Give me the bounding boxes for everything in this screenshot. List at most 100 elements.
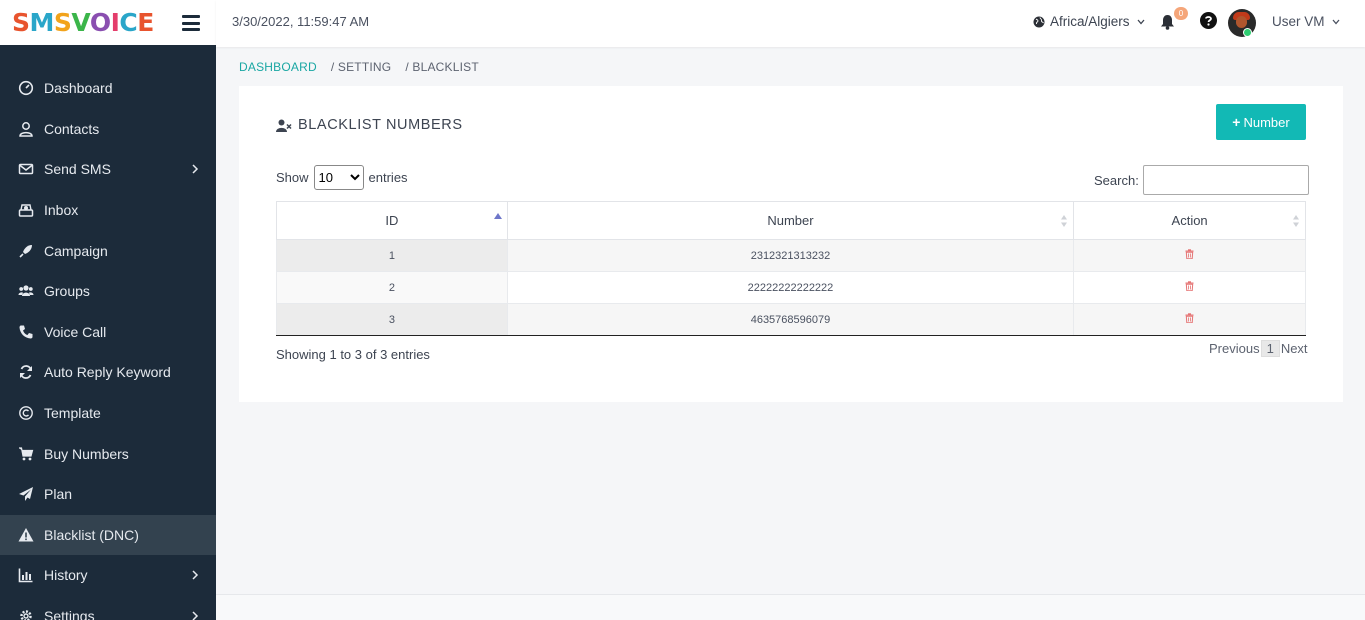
notification-badge: 0 xyxy=(1174,7,1188,20)
sidebar-item-plan[interactable]: Plan xyxy=(0,474,216,515)
sync-icon xyxy=(17,363,35,381)
sidebar-item-label: History xyxy=(44,567,88,584)
chevron-right-icon xyxy=(192,164,199,175)
user-times-icon xyxy=(276,119,292,132)
chevron-right-icon xyxy=(192,611,199,620)
gear-icon xyxy=(17,607,35,620)
column-header-action-label: Action xyxy=(1171,213,1208,228)
trash-icon[interactable] xyxy=(1185,249,1194,259)
sidebar-item-groups[interactable]: Groups xyxy=(0,271,216,312)
page-title-text: BLACKLIST NUMBERS xyxy=(298,117,463,133)
blacklist-table: ID Number Action 1 2312321313232 2 22222… xyxy=(276,201,1306,336)
topbar: 3/30/2022, 11:59:47 AM Africa/Algiers 0 … xyxy=(216,0,1365,47)
paper-plane-icon xyxy=(17,485,35,503)
sidebar-item-campaign[interactable]: Campaign xyxy=(0,230,216,271)
search-input[interactable] xyxy=(1142,165,1309,195)
sort-icon xyxy=(1293,215,1299,227)
page-title: BLACKLIST NUMBERS xyxy=(276,117,463,133)
cell-number: 4635768596079 xyxy=(506,303,1075,336)
breadcrumb: DASHBOARD / SETTING / BLACKLIST xyxy=(239,60,479,74)
table-row: 2 22222222222222 xyxy=(276,271,1306,304)
page-size-control: Show 10 entries xyxy=(276,165,408,190)
sidebar-item-dashboard[interactable]: Dashboard xyxy=(0,68,216,109)
blacklist-card: BLACKLIST NUMBERS + Number Show 10 entri… xyxy=(239,86,1343,402)
sidebar-item-blacklist[interactable]: Blacklist (DNC) xyxy=(0,514,216,556)
pagination-page-current[interactable]: 1 xyxy=(1260,340,1280,357)
sidebar-item-template[interactable]: Template xyxy=(0,393,216,434)
cart-icon xyxy=(17,445,35,463)
help-icon[interactable] xyxy=(1200,12,1217,29)
cell-id: 2 xyxy=(276,271,508,304)
sidebar: SMSVOICE Dashboard Contacts Send SMS Inb… xyxy=(0,0,216,620)
pagination-next[interactable]: Next xyxy=(1281,341,1308,356)
search-control: Search: xyxy=(1094,165,1309,195)
cell-action xyxy=(1073,239,1306,272)
search-label: Search: xyxy=(1094,172,1139,188)
sidebar-item-inbox[interactable]: Inbox xyxy=(0,190,216,231)
sidebar-item-contacts[interactable]: Contacts xyxy=(0,109,216,150)
cell-action xyxy=(1073,303,1306,336)
add-number-button[interactable]: + Number xyxy=(1216,104,1306,140)
sidebar-item-label: Dashboard xyxy=(44,80,113,97)
column-header-id[interactable]: ID xyxy=(276,201,508,240)
column-header-action[interactable]: Action xyxy=(1073,201,1306,240)
add-number-label: Number xyxy=(1243,114,1290,130)
globe-icon xyxy=(1033,16,1045,27)
table-info: Showing 1 to 3 of 3 entries xyxy=(276,347,430,362)
sidebar-item-label: Buy Numbers xyxy=(44,445,129,462)
timezone-selector[interactable]: Africa/Algiers xyxy=(1033,14,1150,29)
trash-icon[interactable] xyxy=(1185,281,1194,291)
phone-icon xyxy=(17,323,35,341)
sort-icon xyxy=(1061,215,1068,227)
sidebar-item-history[interactable]: History xyxy=(0,555,216,596)
user-name: User VM xyxy=(1272,14,1325,29)
sidebar-item-label: Settings xyxy=(44,608,95,620)
sidebar-item-voice-call[interactable]: Voice Call xyxy=(0,312,216,353)
inbox-icon xyxy=(17,201,35,219)
cell-action xyxy=(1073,271,1306,304)
user-icon xyxy=(17,120,35,138)
menu-toggle-icon[interactable] xyxy=(182,15,200,31)
chevron-down-icon xyxy=(1137,19,1145,24)
sidebar-item-label: Plan xyxy=(44,486,73,503)
sidebar-nav: Dashboard Contacts Send SMS Inbox Campai… xyxy=(0,47,216,620)
page-size-select[interactable]: 10 xyxy=(313,165,364,190)
timezone-label: Africa/Algiers xyxy=(1050,14,1130,29)
breadcrumb-dashboard[interactable]: DASHBOARD xyxy=(239,60,317,74)
cell-number: 2312321313232 xyxy=(506,239,1075,272)
sidebar-item-send-sms[interactable]: Send SMS xyxy=(0,149,216,190)
sidebar-item-auto-reply-keyword[interactable]: Auto Reply Keyword xyxy=(0,352,216,393)
bell-icon[interactable] xyxy=(1160,14,1175,30)
sidebar-item-label: Contacts xyxy=(44,120,100,137)
user-menu[interactable]: User VM xyxy=(1272,14,1340,29)
current-datetime: 3/30/2022, 11:59:47 AM xyxy=(232,14,370,29)
cell-id: 3 xyxy=(276,303,508,336)
column-header-id-label: ID xyxy=(385,213,399,228)
breadcrumb-setting[interactable]: / SETTING xyxy=(331,60,391,74)
table-header-row: ID Number Action xyxy=(276,201,1306,240)
online-status-dot xyxy=(1243,28,1252,37)
column-header-number[interactable]: Number xyxy=(506,201,1075,240)
envelope-icon xyxy=(17,160,35,178)
copyright-icon xyxy=(17,404,35,422)
trash-icon[interactable] xyxy=(1185,313,1194,323)
sidebar-item-label: Campaign xyxy=(44,242,108,259)
chevron-down-icon xyxy=(1332,19,1340,24)
sidebar-item-label: Voice Call xyxy=(44,323,107,340)
brand-logo[interactable]: SMSVOICE xyxy=(12,10,154,35)
plus-icon: + xyxy=(1232,114,1241,130)
breadcrumb-blacklist: / BLACKLIST xyxy=(405,60,479,74)
users-icon xyxy=(17,282,35,300)
dashboard-icon xyxy=(17,79,35,97)
sidebar-item-settings[interactable]: Settings xyxy=(0,596,216,620)
table-row: 1 2312321313232 xyxy=(276,239,1306,272)
cell-id: 1 xyxy=(276,239,508,272)
chevron-right-icon xyxy=(192,570,199,580)
column-header-number-label: Number xyxy=(767,213,814,228)
pagination-previous[interactable]: Previous xyxy=(1209,341,1260,356)
sidebar-item-label: Template xyxy=(44,405,101,422)
sidebar-item-buy-numbers[interactable]: Buy Numbers xyxy=(0,433,216,474)
cell-number: 22222222222222 xyxy=(506,271,1075,304)
rocket-icon xyxy=(17,242,35,260)
table-row: 3 4635768596079 xyxy=(276,303,1306,336)
